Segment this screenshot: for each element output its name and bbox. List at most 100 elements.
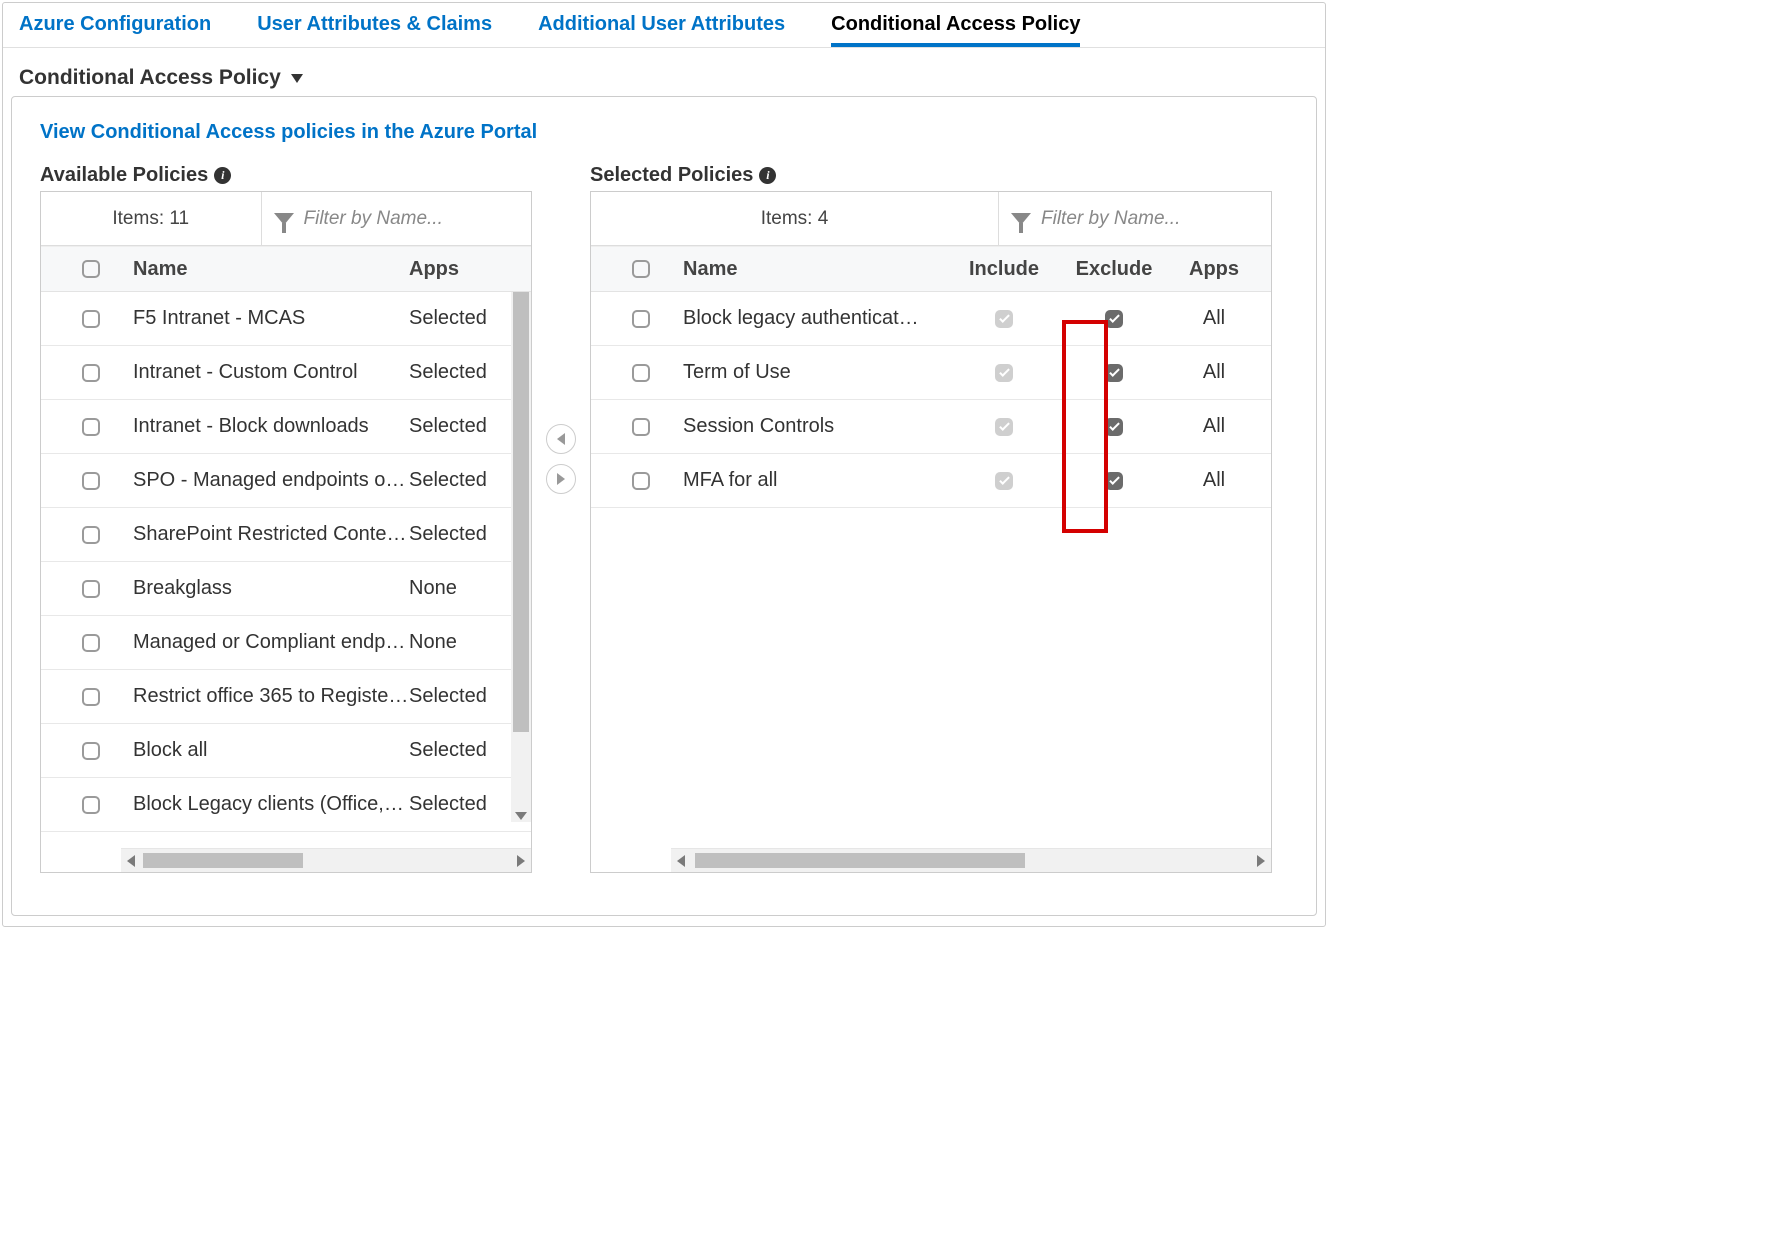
row-checkbox[interactable] — [82, 796, 100, 814]
tab-azure-configuration[interactable]: Azure Configuration — [19, 7, 211, 47]
available-h-scrollbar[interactable] — [121, 848, 531, 872]
policy-name: Block legacy authenticat… — [679, 307, 949, 330]
selected-rows: Block legacy authenticat…AllTerm of UseA… — [591, 292, 1271, 848]
exclude-checkbox[interactable] — [1105, 418, 1123, 436]
row-checkbox[interactable] — [82, 526, 100, 544]
policy-name: SharePoint Restricted Conten… — [129, 523, 409, 546]
col-include[interactable]: Include — [949, 258, 1059, 281]
table-row[interactable]: Block legacy authenticat…All — [591, 292, 1271, 346]
apps-value: Selected — [409, 469, 519, 492]
vertical-scrollbar[interactable] — [511, 292, 531, 822]
apps-value: Selected — [409, 307, 519, 330]
row-checkbox[interactable] — [82, 364, 100, 382]
col-name[interactable]: Name — [129, 258, 409, 281]
apps-value: All — [1169, 469, 1259, 492]
include-checkbox[interactable] — [995, 472, 1013, 490]
table-row[interactable]: Block Legacy clients (Office, I…Selected — [41, 778, 531, 832]
row-checkbox[interactable] — [82, 742, 100, 760]
scroll-left-icon[interactable] — [677, 855, 685, 867]
table-row[interactable]: Restrict office 365 to Register…Selected — [41, 670, 531, 724]
table-row[interactable]: F5 Intranet - MCASSelected — [41, 292, 531, 346]
move-right-button[interactable] — [546, 464, 576, 494]
row-checkbox[interactable] — [632, 364, 650, 382]
table-row[interactable]: Intranet - Block downloadsSelected — [41, 400, 531, 454]
policy-name: F5 Intranet - MCAS — [129, 307, 409, 330]
selected-items-count: Items: 4 — [591, 192, 999, 245]
exclude-checkbox[interactable] — [1105, 472, 1123, 490]
table-row[interactable]: MFA for all All — [591, 454, 1271, 508]
row-checkbox[interactable] — [82, 634, 100, 652]
policy-name: Managed or Compliant endpo… — [129, 631, 409, 654]
include-checkbox[interactable] — [995, 418, 1013, 436]
col-exclude[interactable]: Exclude — [1059, 258, 1169, 281]
table-row[interactable]: Intranet - Custom ControlSelected — [41, 346, 531, 400]
arrow-right-icon — [557, 473, 565, 485]
policy-name: MFA for all — [679, 469, 949, 492]
move-left-button[interactable] — [546, 424, 576, 454]
selected-table-header: Name Include Exclude Apps — [591, 246, 1271, 292]
row-checkbox[interactable] — [82, 580, 100, 598]
available-table-header: Name Apps — [41, 246, 531, 292]
selected-select-all-checkbox[interactable] — [632, 260, 650, 278]
row-checkbox[interactable] — [632, 472, 650, 490]
row-checkbox[interactable] — [632, 418, 650, 436]
apps-value: None — [409, 577, 519, 600]
table-row[interactable]: Term of UseAll — [591, 346, 1271, 400]
apps-value: Selected — [409, 523, 519, 546]
arrow-left-icon — [557, 433, 565, 445]
info-icon[interactable]: i — [759, 167, 776, 184]
selected-filter-input[interactable] — [1041, 208, 1259, 230]
policy-name: Breakglass — [129, 577, 409, 600]
col-apps[interactable]: Apps — [409, 258, 519, 281]
policy-name: SPO - Managed endpoints only — [129, 469, 409, 492]
policy-name: Intranet - Block downloads — [129, 415, 409, 438]
table-row[interactable]: Managed or Compliant endpo…None — [41, 616, 531, 670]
col-name[interactable]: Name — [679, 258, 949, 281]
available-rows: F5 Intranet - MCASSelectedIntranet - Cus… — [41, 292, 531, 848]
available-title: Available Policies — [40, 164, 208, 187]
h-scroll-thumb[interactable] — [143, 853, 303, 868]
table-row[interactable]: Session Controls All — [591, 400, 1271, 454]
row-checkbox[interactable] — [82, 418, 100, 436]
row-checkbox[interactable] — [82, 688, 100, 706]
available-filter-input[interactable] — [304, 208, 520, 230]
azure-portal-link[interactable]: View Conditional Access policies in the … — [40, 121, 537, 144]
row-checkbox[interactable] — [632, 310, 650, 328]
table-row[interactable]: BreakglassNone — [41, 562, 531, 616]
filter-icon — [1011, 213, 1031, 225]
selected-h-scrollbar[interactable] — [671, 848, 1271, 872]
row-checkbox[interactable] — [82, 310, 100, 328]
filter-icon — [274, 213, 294, 225]
tab-user-attributes-claims[interactable]: User Attributes & Claims — [257, 7, 492, 47]
scroll-right-icon[interactable] — [517, 855, 525, 867]
include-checkbox[interactable] — [995, 364, 1013, 382]
available-select-all-checkbox[interactable] — [82, 260, 100, 278]
scroll-left-icon[interactable] — [127, 855, 135, 867]
tab-conditional-access-policy[interactable]: Conditional Access Policy — [831, 7, 1080, 47]
exclude-checkbox[interactable] — [1105, 310, 1123, 328]
table-row[interactable]: Block allSelected — [41, 724, 531, 778]
policy-name: Block all — [129, 739, 409, 762]
section-dropdown[interactable]: Conditional Access Policy — [3, 48, 1325, 96]
policy-name: Session Controls — [679, 415, 949, 438]
tab-additional-user-attributes[interactable]: Additional User Attributes — [538, 7, 785, 47]
table-row[interactable]: SPO - Managed endpoints onlySelected — [41, 454, 531, 508]
row-checkbox[interactable] — [82, 472, 100, 490]
policy-name: Restrict office 365 to Register… — [129, 685, 409, 708]
col-apps[interactable]: Apps — [1169, 258, 1259, 281]
table-row[interactable]: SharePoint Restricted Conten…Selected — [41, 508, 531, 562]
apps-value: Selected — [409, 793, 519, 816]
info-icon[interactable]: i — [214, 167, 231, 184]
policy-name: Block Legacy clients (Office, I… — [129, 793, 409, 816]
include-checkbox[interactable] — [995, 310, 1013, 328]
scroll-down-icon[interactable] — [515, 812, 527, 820]
selected-pane: Items: 4 Name Include Exclude Apps — [590, 191, 1272, 873]
apps-value: All — [1169, 415, 1259, 438]
exclude-checkbox[interactable] — [1105, 364, 1123, 382]
scroll-right-icon[interactable] — [1257, 855, 1265, 867]
h-scroll-thumb[interactable] — [695, 853, 1025, 868]
available-pane: Items: 11 Name Apps F5 Intranet - MCASSe… — [40, 191, 532, 873]
available-policies-column: Available Policies i Items: 11 Name — [40, 164, 532, 873]
scroll-thumb[interactable] — [513, 292, 529, 732]
apps-value: Selected — [409, 739, 519, 762]
